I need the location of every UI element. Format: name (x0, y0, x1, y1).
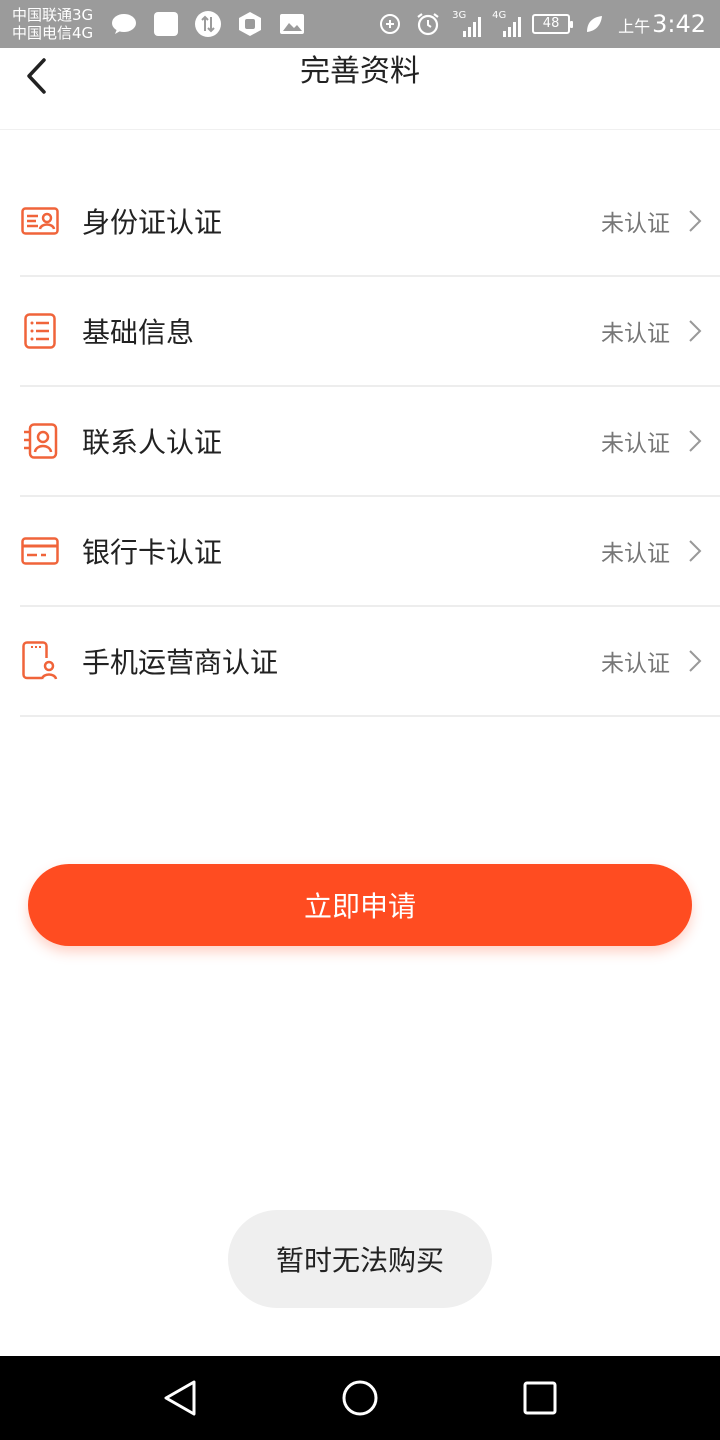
contact-card-icon (20, 421, 60, 461)
chevron-right-icon (689, 320, 702, 342)
signal-bars-icon (463, 17, 482, 37)
list-item-label: 手机运营商认证 (82, 646, 279, 679)
notification-icons (110, 10, 306, 38)
apply-now-button[interactable]: 立即申请 (28, 864, 692, 946)
list-item-label: 基础信息 (82, 316, 195, 349)
chevron-right-icon (689, 210, 702, 232)
id-card-icon (20, 201, 60, 241)
image-icon (278, 10, 306, 38)
signal-3g: 3G (452, 11, 482, 37)
list-item-basic-info[interactable]: 基础信息 未认证 (20, 277, 720, 387)
carrier-2: 中国电信4G (12, 24, 94, 42)
triangle-back-icon (164, 1380, 196, 1416)
status-text: 未认证 (601, 211, 670, 237)
status-text: 未认证 (601, 541, 670, 567)
data-saver-icon (376, 10, 404, 38)
signal-bars-icon (503, 17, 522, 37)
status-right: 3G 4G 48 上午 3:42 (376, 8, 706, 40)
chevron-right-icon (689, 430, 702, 452)
nav-home-button[interactable] (338, 1376, 382, 1420)
status-text: 未认证 (601, 651, 670, 677)
data-transfer-icon (194, 10, 222, 38)
nav-recents-button[interactable] (518, 1376, 562, 1420)
hand-shield-icon (236, 10, 264, 38)
status-text: 未认证 (601, 321, 670, 347)
circle-home-icon (342, 1380, 378, 1416)
square-recents-icon (523, 1381, 557, 1415)
chevron-right-icon (689, 650, 702, 672)
leaf-icon (580, 10, 608, 38)
list-item-label: 银行卡认证 (82, 536, 223, 569)
list-item-label: 联系人认证 (82, 426, 223, 459)
bank-card-icon (20, 531, 60, 571)
toast-message: 暂时无法购买 (228, 1210, 492, 1308)
status-bar: 中国联通3G 中国电信4G 3G 4G 48 上午 3:42 (0, 0, 720, 48)
list-item-carrier[interactable]: 手机运营商认证 未认证 (20, 607, 720, 717)
chevron-right-icon (689, 540, 702, 562)
page-title: 完善资料 (300, 54, 420, 89)
status-text: 未认证 (601, 431, 670, 457)
chat-bubble-icon (110, 10, 138, 38)
system-nav-bar (0, 1356, 720, 1440)
carrier-1: 中国联通3G (12, 6, 94, 24)
list-item-label: 身份证认证 (82, 206, 223, 239)
square-app-icon (152, 10, 180, 38)
battery-indicator: 48 (532, 14, 574, 34)
list-document-icon (20, 311, 60, 351)
list-item-id-card[interactable]: 身份证认证 未认证 (20, 167, 720, 277)
nav-back-button[interactable] (158, 1376, 202, 1420)
header: 完善资料 (0, 48, 720, 130)
signal-4g: 4G (492, 11, 522, 37)
carrier-info: 中国联通3G 中国电信4G (12, 6, 93, 42)
verification-list: 身份证认证 未认证 基础信息 未认证 联系人认证 未认证 银行卡认证 未认证 手… (0, 167, 720, 717)
phone-user-icon (20, 641, 60, 681)
alarm-icon (414, 10, 442, 38)
clock: 上午 3:42 (618, 10, 706, 38)
list-item-bank-card[interactable]: 银行卡认证 未认证 (20, 497, 720, 607)
list-item-contacts[interactable]: 联系人认证 未认证 (20, 387, 720, 497)
